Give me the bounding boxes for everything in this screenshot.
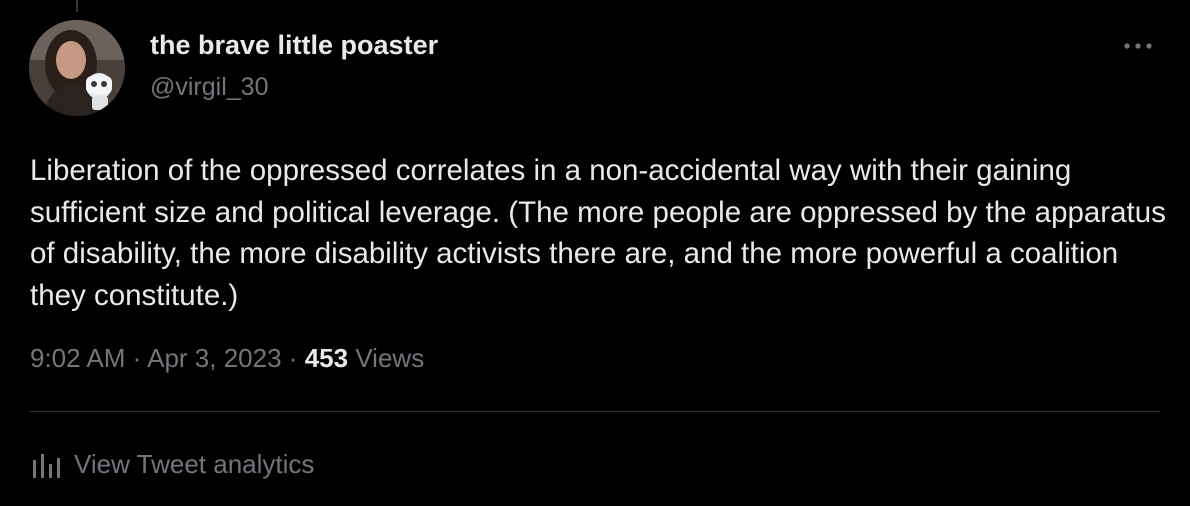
meta-separator: ·	[132, 343, 142, 373]
tweet-meta: 9:02 AM · Apr 3, 2023 · 453 Views	[30, 343, 424, 374]
analytics-label: View Tweet analytics	[74, 449, 315, 479]
author-display-name[interactable]: the brave little poaster	[150, 30, 438, 61]
meta-separator: ·	[288, 343, 298, 373]
views-label: Views	[355, 343, 425, 373]
bar-chart-icon	[33, 453, 60, 478]
more-horizontal-icon	[1124, 43, 1152, 49]
tweet-text: Liberation of the oppressed correlates i…	[30, 154, 1166, 312]
tweet-date[interactable]: Apr 3, 2023	[147, 343, 281, 373]
avatar[interactable]	[29, 20, 125, 116]
divider	[30, 411, 1160, 412]
thread-connector-line	[76, 0, 78, 12]
author-handle[interactable]: @virgil_30	[150, 73, 268, 102]
tweet-time[interactable]: 9:02 AM	[30, 343, 125, 373]
view-analytics-link[interactable]: View Tweet analytics	[30, 449, 314, 480]
views-count: 453	[304, 343, 349, 373]
avatar-image	[29, 20, 125, 116]
more-options-button[interactable]	[1118, 30, 1158, 62]
